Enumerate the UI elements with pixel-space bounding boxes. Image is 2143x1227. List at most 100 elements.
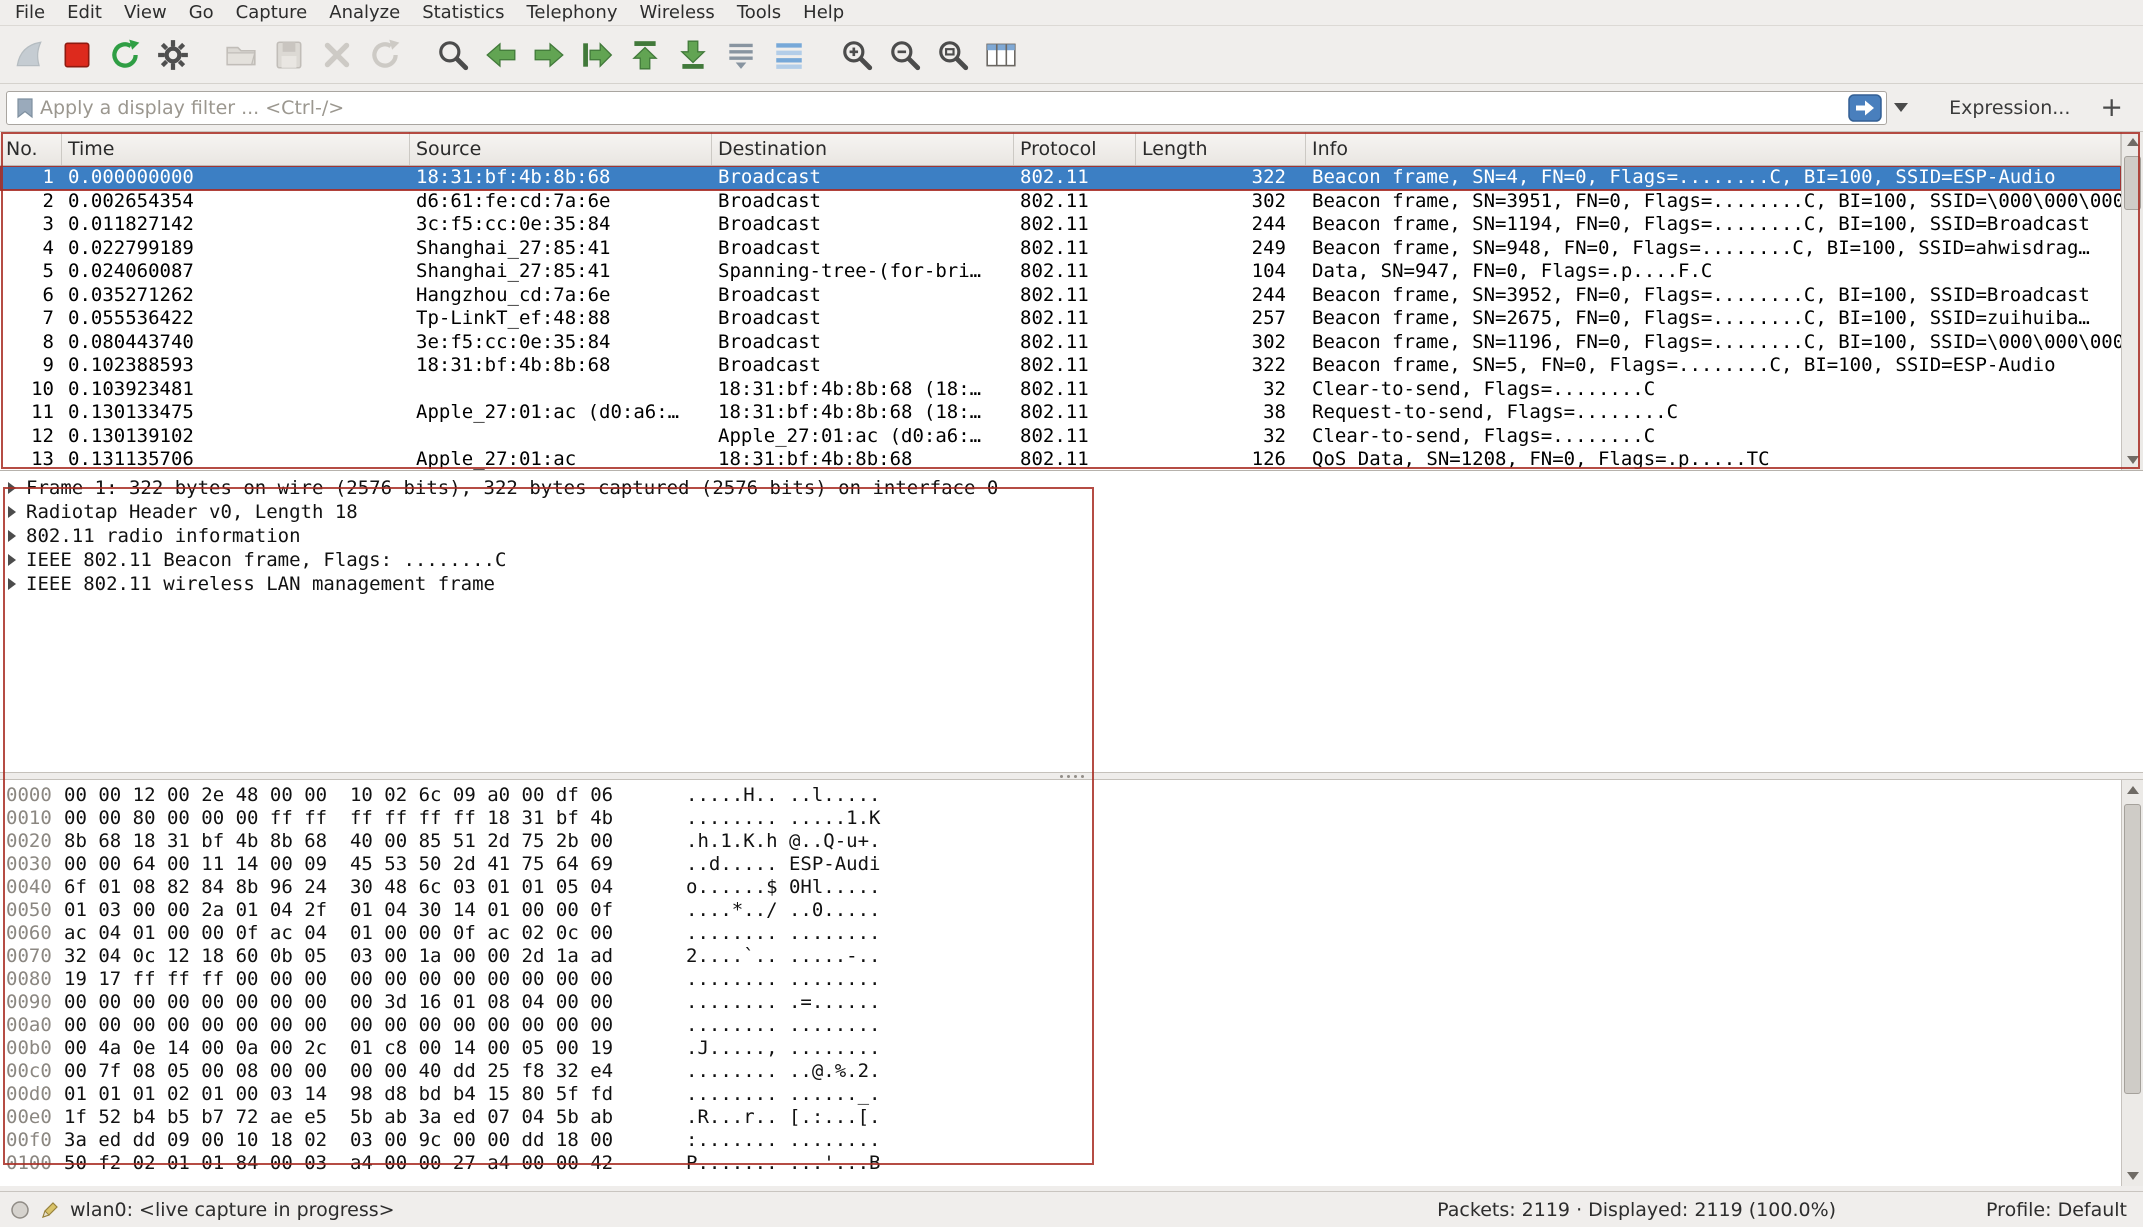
hex-bytes: 8b 68 18 31 bf 4b 8b 68 40 00 85 51 2d 7…	[64, 830, 613, 853]
column-header-destination[interactable]: Destination	[712, 132, 1014, 165]
packet-row-7[interactable]: 70.055536422Tp-LinkT_ef:48:88Broadcast80…	[0, 307, 2121, 331]
hex-line[interactable]: 00208b 68 18 31 bf 4b 8b 68 40 00 85 51 …	[0, 830, 2121, 853]
scroll-down-arrow[interactable]	[2122, 450, 2143, 470]
zoom-in-button[interactable]	[834, 31, 880, 79]
stop-capture-button[interactable]	[54, 31, 100, 79]
hex-line[interactable]: 003000 00 64 00 11 14 00 09 45 53 50 2d …	[0, 853, 2121, 876]
menu-help[interactable]: Help	[792, 0, 855, 25]
hex-line[interactable]: 00a000 00 00 00 00 00 00 00 00 00 00 00 …	[0, 1014, 2121, 1037]
detail-line[interactable]: Frame 1: 322 bytes on wire (2576 bits), …	[0, 476, 2143, 500]
packet-row-2[interactable]: 20.002654354d6:61:fe:cd:7a:6eBroadcast80…	[0, 190, 2121, 214]
hex-line[interactable]: 010050 f2 02 01 01 84 00 03 a4 00 00 27 …	[0, 1152, 2121, 1175]
menu-edit[interactable]: Edit	[56, 0, 113, 25]
menu-telephony[interactable]: Telephony	[515, 0, 628, 25]
packet-row-5[interactable]: 50.024060087Shanghai_27:85:41Spanning-tr…	[0, 260, 2121, 284]
display-filter-input[interactable]	[40, 97, 1848, 119]
cell-source: Hangzhou_cd:7a:6e	[410, 284, 712, 308]
packet-list-scrollbar[interactable]	[2121, 132, 2143, 470]
packet-row-3[interactable]: 30.0118271423c:f5:cc:0e:35:84Broadcast80…	[0, 213, 2121, 237]
detail-line[interactable]: IEEE 802.11 wireless LAN management fram…	[0, 572, 2143, 596]
bytes-pane-scrollbar[interactable]	[2121, 780, 2143, 1186]
menu-analyze[interactable]: Analyze	[318, 0, 411, 25]
column-header-time[interactable]: Time	[62, 132, 410, 165]
filter-dropdown-button[interactable]	[1887, 91, 1915, 125]
column-header-protocol[interactable]: Protocol	[1014, 132, 1136, 165]
hex-line[interactable]: 005001 03 00 00 2a 01 04 2f 01 04 30 14 …	[0, 899, 2121, 922]
expander-icon[interactable]	[8, 578, 16, 590]
filter-bookmark-icon[interactable]	[14, 97, 36, 119]
hex-line[interactable]: 00c000 7f 08 05 00 08 00 00 00 00 40 dd …	[0, 1060, 2121, 1083]
hex-line[interactable]: 008019 17 ff ff ff 00 00 00 00 00 00 00 …	[0, 968, 2121, 991]
hex-line[interactable]: 001000 00 80 00 00 00 ff ff ff ff ff ff …	[0, 807, 2121, 830]
packet-row-8[interactable]: 80.0804437403e:f5:cc:0e:35:84Broadcast80…	[0, 331, 2121, 355]
capture-options-button[interactable]	[150, 31, 196, 79]
packet-row-9[interactable]: 90.10238859318:31:bf:4b:8b:68Broadcast80…	[0, 354, 2121, 378]
packet-row-4[interactable]: 40.022799189Shanghai_27:85:41Broadcast80…	[0, 237, 2121, 261]
auto-scroll-button[interactable]	[718, 31, 764, 79]
detail-line[interactable]: 802.11 radio information	[0, 524, 2143, 548]
detail-line[interactable]: IEEE 802.11 Beacon frame, Flags: .......…	[0, 548, 2143, 572]
expander-icon[interactable]	[8, 482, 16, 494]
zoom-out-button[interactable]	[882, 31, 928, 79]
display-filter-field[interactable]	[6, 91, 1887, 125]
zoom-original-button[interactable]	[930, 31, 976, 79]
column-header-source[interactable]: Source	[410, 132, 712, 165]
packet-row-12[interactable]: 120.130139102Apple_27:01:ac (d0:a6:…802.…	[0, 425, 2121, 449]
expander-icon[interactable]	[8, 554, 16, 566]
packet-row-11[interactable]: 110.130133475Apple_27:01:ac (d0:a6:…18:3…	[0, 401, 2121, 425]
packet-list-scroll-thumb[interactable]	[2124, 156, 2141, 210]
hex-line[interactable]: 0060ac 04 01 00 00 0f ac 04 01 00 00 0f …	[0, 922, 2121, 945]
cell-protocol: 802.11	[1014, 425, 1136, 449]
cell-protocol: 802.11	[1014, 190, 1136, 214]
scroll-up-arrow[interactable]	[2122, 132, 2143, 152]
expander-icon[interactable]	[8, 530, 16, 542]
hex-line[interactable]: 000000 00 12 00 2e 48 00 00 10 02 6c 09 …	[0, 784, 2121, 807]
pane-splitter[interactable]	[0, 772, 2143, 780]
column-header-length[interactable]: Length	[1136, 132, 1306, 165]
apply-filter-button[interactable]	[1848, 93, 1882, 123]
expert-info-icon[interactable]	[10, 1200, 30, 1220]
hex-line[interactable]: 00b000 4a 0e 14 00 0a 00 2c 01 c8 00 14 …	[0, 1037, 2121, 1060]
resize-columns-button[interactable]	[978, 31, 1024, 79]
go-last-button[interactable]	[670, 31, 716, 79]
hex-ascii: ....*../ ..0.....	[686, 899, 880, 922]
colorize-button[interactable]	[766, 31, 812, 79]
packet-row-13[interactable]: 130.131135706Apple_27:01:ac18:31:bf:4b:8…	[0, 448, 2121, 470]
expander-icon[interactable]	[8, 506, 16, 518]
packet-row-10[interactable]: 100.10392348118:31:bf:4b:8b:68 (18:…802.…	[0, 378, 2121, 402]
cell-time: 0.055536422	[62, 307, 410, 331]
cell-info: Beacon frame, SN=1194, FN=0, Flags=.....…	[1306, 213, 2121, 237]
hex-line[interactable]: 00d001 01 01 02 01 00 03 14 98 d8 bd b4 …	[0, 1083, 2121, 1106]
packet-row-1[interactable]: 10.00000000018:31:bf:4b:8b:68Broadcast80…	[0, 166, 2121, 190]
profile-label[interactable]: Profile: Default	[1986, 1199, 2127, 1221]
detail-line[interactable]: Radiotap Header v0, Length 18	[0, 500, 2143, 524]
go-back-button[interactable]	[478, 31, 524, 79]
menu-capture[interactable]: Capture	[225, 0, 319, 25]
scroll-down-arrow[interactable]	[2122, 1166, 2143, 1186]
packet-row-6[interactable]: 60.035271262Hangzhou_cd:7a:6eBroadcast80…	[0, 284, 2121, 308]
find-packet-button[interactable]	[430, 31, 476, 79]
go-to-packet-button[interactable]	[574, 31, 620, 79]
menu-wireless[interactable]: Wireless	[628, 0, 725, 25]
go-first-button[interactable]	[622, 31, 668, 79]
hex-bytes: 00 00 00 00 00 00 00 00 00 00 00 00 00 0…	[64, 1014, 613, 1037]
hex-line[interactable]: 00406f 01 08 82 84 8b 96 24 30 48 6c 03 …	[0, 876, 2121, 899]
hex-line[interactable]: 00f03a ed dd 09 00 10 18 02 03 00 9c 00 …	[0, 1129, 2121, 1152]
column-header-no[interactable]: No.	[0, 132, 62, 165]
capture-comment-icon[interactable]	[40, 1200, 60, 1220]
menu-statistics[interactable]: Statistics	[411, 0, 515, 25]
hex-line[interactable]: 009000 00 00 00 00 00 00 00 00 3d 16 01 …	[0, 991, 2121, 1014]
go-forward-button[interactable]	[526, 31, 572, 79]
hex-line[interactable]: 00e01f 52 b4 b5 b7 72 ae e5 5b ab 3a ed …	[0, 1106, 2121, 1129]
hex-line[interactable]: 007032 04 0c 12 18 60 0b 05 03 00 1a 00 …	[0, 945, 2121, 968]
expression-button[interactable]: Expression...	[1939, 97, 2080, 119]
bytes-pane-scroll-thumb[interactable]	[2124, 804, 2141, 1094]
restart-capture-button[interactable]	[102, 31, 148, 79]
scroll-up-arrow[interactable]	[2122, 780, 2143, 800]
column-header-info[interactable]: Info	[1306, 132, 2121, 165]
add-filter-button[interactable]: +	[2096, 92, 2137, 123]
menu-tools[interactable]: Tools	[726, 0, 792, 25]
menu-file[interactable]: File	[4, 0, 56, 25]
menu-view[interactable]: View	[113, 0, 178, 25]
menu-go[interactable]: Go	[178, 0, 225, 25]
